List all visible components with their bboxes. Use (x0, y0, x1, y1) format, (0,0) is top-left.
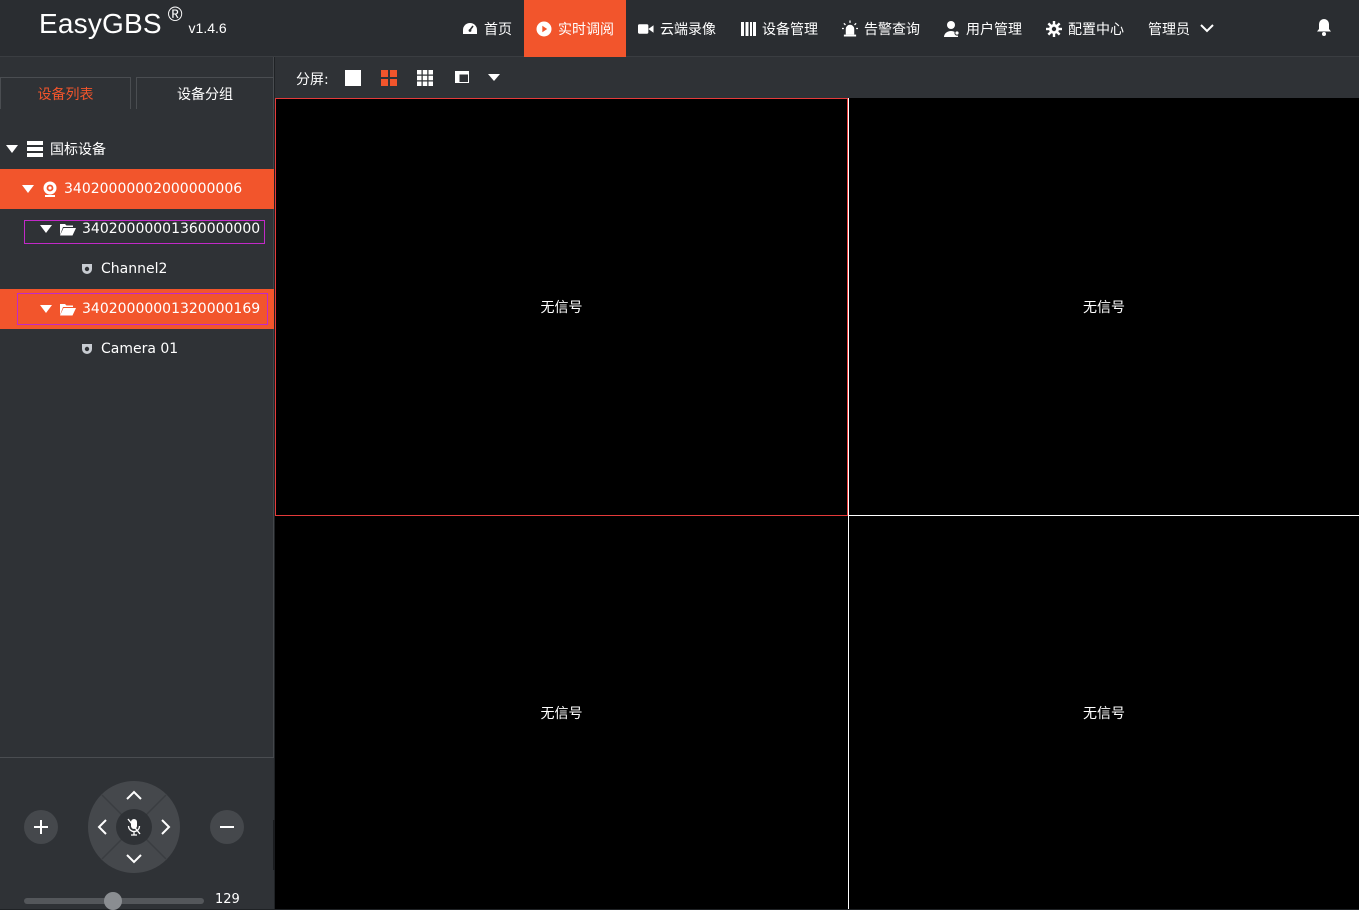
nine-screen-icon (417, 70, 433, 86)
nav-config[interactable]: 配置中心 (1034, 0, 1136, 57)
microphone-off-icon (127, 818, 141, 836)
brand-logo[interactable]: EasyGBS ® v1.4.6 (39, 4, 227, 48)
selection-outline (24, 220, 265, 244)
tab-device-group[interactable]: 设备分组 (136, 77, 274, 109)
user-name: 管理员 (1148, 21, 1190, 38)
tree-node-device[interactable]: 34020000002000000006 (0, 169, 274, 209)
chevron-right-icon (161, 819, 171, 835)
gear-icon (1046, 20, 1062, 37)
nav-home-label: 首页 (484, 21, 512, 38)
nav-live[interactable]: 实时调阅 (524, 0, 626, 57)
caret-down-icon (22, 185, 34, 193)
ptz-left-button[interactable] (92, 817, 112, 837)
tab-device-list[interactable]: 设备列表 (0, 77, 131, 109)
bell-icon[interactable] (1314, 17, 1334, 37)
top-navbar: EasyGBS ® v1.4.6 首页 实时调阅 云端录像 设备管理 告警查询 … (0, 0, 1359, 57)
nav-alarm[interactable]: 告警查询 (830, 0, 932, 57)
ptz-speed-slider-thumb[interactable] (104, 892, 122, 910)
caret-down-icon (6, 145, 18, 153)
user-menu[interactable]: 管理员 (1136, 0, 1226, 57)
no-signal-label: 无信号 (1083, 299, 1125, 316)
nav-live-label: 实时调阅 (558, 21, 614, 38)
nav-home[interactable]: 首页 (450, 0, 524, 57)
no-signal-label: 无信号 (1083, 705, 1125, 722)
zoom-out-button[interactable] (210, 810, 244, 844)
plus-icon (34, 820, 48, 834)
ptz-up-button[interactable] (124, 785, 144, 805)
chevron-up-icon (126, 790, 142, 800)
split-4-button[interactable] (380, 69, 398, 87)
tree-node-channel-2[interactable]: Camera 01 (0, 329, 274, 369)
no-signal-label: 无信号 (540, 300, 583, 316)
zoom-in-button[interactable] (24, 810, 58, 844)
layout-icon (455, 71, 469, 83)
tree-node-root[interactable]: 国标设备 (0, 129, 274, 169)
nav-cloud-record-label: 云端录像 (660, 21, 716, 38)
nav-device-manage[interactable]: 设备管理 (728, 0, 830, 57)
dashboard-icon (462, 21, 478, 37)
split-9-button[interactable] (416, 69, 434, 87)
microphone-mute-button[interactable] (116, 809, 152, 845)
split-1-button[interactable] (344, 69, 362, 87)
layout-dropdown[interactable] (455, 66, 505, 88)
chevron-left-icon (97, 819, 107, 835)
video-camera-icon (638, 21, 654, 37)
camera-dome-icon (80, 341, 94, 357)
video-grid: 无信号 无信号 无信号 无信号 (275, 98, 1359, 909)
tree-node-channel-1[interactable]: Channel2 (0, 249, 274, 289)
nav-config-label: 配置中心 (1068, 21, 1124, 38)
no-signal-label: 无信号 (540, 705, 583, 722)
split-label: 分屏: (296, 72, 329, 88)
device-sidebar: 设备列表 设备分组 国标设备 34020000002000000006 3402… (0, 57, 274, 910)
video-cell-4[interactable]: 无信号 (848, 516, 1359, 909)
caret-down-icon (488, 73, 500, 81)
minus-icon (220, 826, 234, 828)
device-columns-icon (740, 21, 756, 37)
webcam-icon (42, 181, 58, 197)
tree-channel-1-label: Channel2 (101, 261, 168, 277)
ptz-right-button[interactable] (156, 817, 176, 837)
brand-name: EasyGBS (39, 8, 162, 39)
nav-cloud-record[interactable]: 云端录像 (626, 0, 728, 57)
sidebar-tabs: 设备列表 设备分组 (0, 77, 274, 109)
video-cell-2[interactable]: 无信号 (848, 98, 1359, 516)
ptz-direction-pad (88, 781, 180, 873)
nav-alarm-label: 告警查询 (864, 21, 920, 38)
single-screen-icon (345, 70, 361, 86)
nav-user-manage-label: 用户管理 (966, 21, 1022, 38)
nav-device-manage-label: 设备管理 (762, 21, 818, 38)
chevron-down-icon (1200, 21, 1214, 37)
server-icon (26, 141, 44, 157)
camera-dome-icon (80, 261, 94, 277)
chevron-down-icon (126, 854, 142, 864)
main-nav: 首页 实时调阅 云端录像 设备管理 告警查询 用户管理 配置中心 管理员 (450, 0, 1226, 57)
alarm-light-icon (842, 20, 858, 37)
play-circle-icon (536, 21, 552, 37)
user-icon (944, 21, 960, 37)
tree-channel-2-label: Camera 01 (101, 341, 179, 357)
tree-device-label: 34020000002000000006 (64, 181, 243, 197)
ptz-down-button[interactable] (124, 849, 144, 869)
ptz-speed-value: 129 (215, 892, 240, 907)
video-cell-1[interactable]: 无信号 (275, 98, 848, 516)
nav-user-manage[interactable]: 用户管理 (932, 0, 1034, 57)
registered-mark: ® (167, 4, 183, 26)
selection-outline (17, 293, 268, 325)
ptz-panel: 129 (0, 757, 274, 910)
split-toolbar: 分屏: (275, 57, 1359, 98)
video-cell-3[interactable]: 无信号 (275, 516, 848, 909)
app-version: v1.4.6 (188, 20, 227, 36)
quad-screen-icon (381, 70, 397, 86)
tree-root-label: 国标设备 (50, 142, 106, 158)
